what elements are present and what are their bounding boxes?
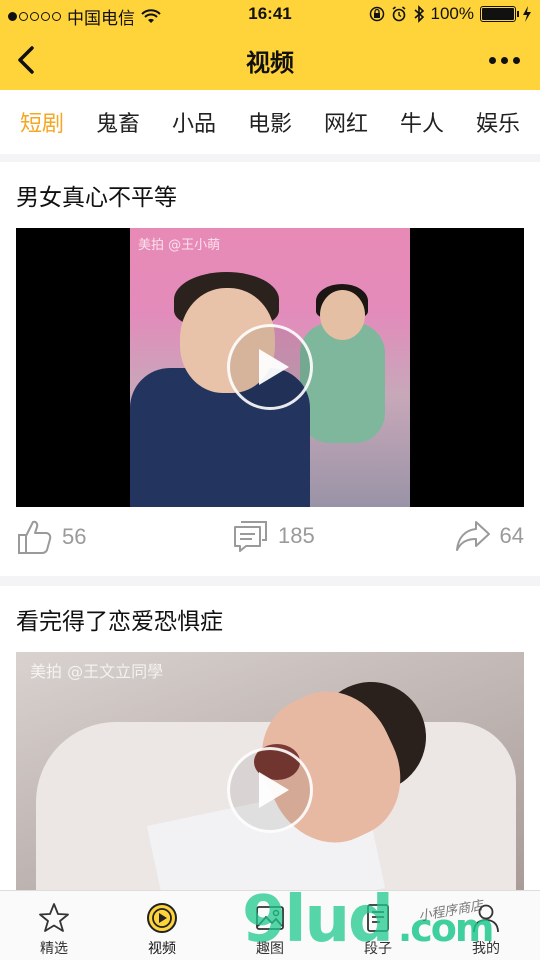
thumbs-up-icon	[18, 520, 52, 554]
orientation-lock-icon	[369, 6, 384, 22]
video-watermark: 美拍 @王小萌	[138, 238, 221, 253]
comment-button[interactable]: 185	[232, 518, 315, 554]
share-arrow-icon	[455, 521, 490, 551]
tab-kichiku[interactable]: 鬼畜	[92, 98, 144, 146]
more-menu-icon[interactable]	[484, 48, 524, 72]
tab-influencer[interactable]: 网红	[320, 98, 372, 146]
like-count: 56	[62, 524, 87, 549]
watermark-logo-text: 9lud	[242, 883, 394, 957]
charging-icon	[523, 6, 531, 22]
tabbar-item-featured[interactable]: 精选	[4, 901, 104, 958]
tabbar-item-video[interactable]: 视频	[112, 901, 212, 958]
share-button[interactable]: 64	[454, 518, 524, 554]
tab-talent[interactable]: 牛人	[396, 98, 448, 146]
nav-bar: 视频	[0, 30, 540, 90]
video-actions: 56 185 64	[0, 518, 540, 568]
play-button-icon[interactable]	[227, 324, 313, 410]
category-tabs: 短剧 鬼畜 小品 电影 网红 牛人 娱乐	[0, 90, 540, 154]
tab-sketch[interactable]: 小品	[168, 98, 220, 146]
page-title: 视频	[246, 48, 294, 77]
alarm-icon	[392, 6, 406, 22]
comment-icon	[234, 521, 267, 552]
status-bar: 中国电信 16:41 100%	[0, 0, 540, 30]
video-player[interactable]: 美拍 @王文立同學	[16, 652, 524, 896]
tabbar-label: 视频	[148, 941, 176, 957]
like-button[interactable]: 56	[16, 518, 86, 556]
comment-count: 185	[278, 523, 315, 548]
video-watermark: 美拍 @王文立同學	[30, 662, 164, 681]
site-watermark-logo: 9lud .com	[242, 888, 495, 952]
tab-entertainment[interactable]: 娱乐	[472, 98, 524, 146]
status-right: 100%	[369, 4, 532, 24]
tab-short-drama[interactable]: 短剧	[16, 98, 68, 146]
star-icon	[39, 903, 69, 932]
battery-icon	[480, 6, 519, 22]
video-card: 看完得了恋爱恐惧症 美拍 @王文立同學	[0, 586, 540, 896]
bluetooth-icon	[413, 5, 424, 23]
video-title[interactable]: 男女真心不平等	[16, 178, 177, 212]
video-card: 男女真心不平等 美拍 @王小萌 56 185 64	[0, 162, 540, 576]
play-circle-icon	[147, 903, 177, 933]
video-player[interactable]: 美拍 @王小萌	[16, 228, 524, 507]
tabbar-label: 精选	[40, 941, 68, 957]
back-arrow-icon[interactable]	[12, 42, 48, 78]
tab-movie[interactable]: 电影	[244, 98, 296, 146]
share-count: 64	[499, 523, 524, 548]
play-button-icon[interactable]	[227, 747, 313, 833]
video-title[interactable]: 看完得了恋爱恐惧症	[16, 602, 223, 636]
battery-percent: 100%	[430, 4, 474, 23]
